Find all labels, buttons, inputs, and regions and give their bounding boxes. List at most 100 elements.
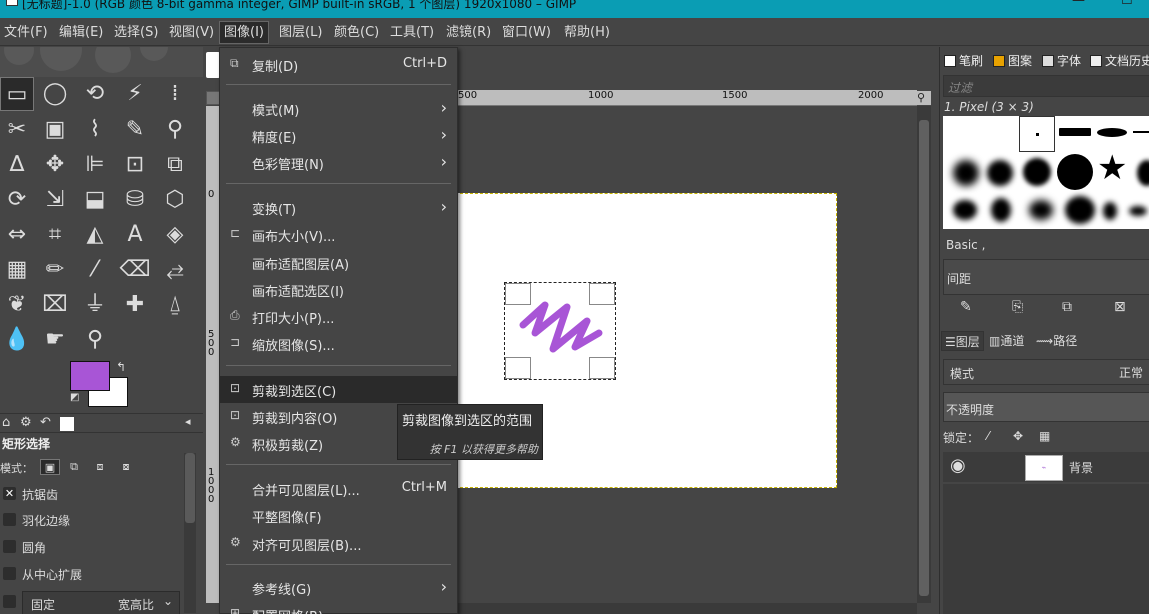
quick-mask-icon[interactable] [206,91,220,105]
rotate-icon[interactable]: ⟳ [0,183,34,217]
paintbrush-icon[interactable]: ⁄ [78,253,112,287]
menu-item-print-size[interactable]: ⎙ 打印大小(P)... [220,303,457,330]
tab-layers[interactable]: ☰图层 [941,331,984,351]
color-picker-icon[interactable]: ✎ [118,113,152,147]
blur-icon[interactable]: 💧 [0,323,34,357]
rect-select-icon[interactable]: ▭ [0,77,34,111]
navigate-icon[interactable]: ⚲ [917,91,931,105]
dodge-burn-icon[interactable]: ⚲ [78,323,112,357]
menu-item-transform[interactable]: 变换(T) › [220,194,457,221]
menu-item-crop-to-selection[interactable]: ⊡ 剪裁到选区(C) [220,376,457,403]
duplicate-brush-icon[interactable]: ⧉ [1062,299,1072,315]
menu-item-duplicate[interactable]: ⧉ 复制(D) Ctrl+D [220,51,457,78]
new-brush-icon[interactable]: ⎘ [1012,299,1023,315]
fixed-dropdown[interactable]: 固定 宽高比 ⌄ [22,591,180,614]
crop-icon[interactable]: ⊡ [118,148,152,182]
brush-selected-pixel[interactable] [1019,116,1055,152]
menu-item-color-management[interactable]: 色彩管理(N) › [220,149,457,176]
bucket-fill-icon[interactable]: ◭ [78,218,112,252]
layer-mode-dropdown[interactable]: 模式 正常 [943,359,1149,385]
layer-opacity-slider[interactable]: 不透明度 [943,392,1149,422]
menu-item-mode[interactable]: 模式(M) › [220,95,457,122]
tab-channels[interactable]: ▥通道 [989,331,1024,351]
menu-item-fit-canvas-layers[interactable]: 画布适配图层(A) [220,249,457,276]
tab-fonts[interactable]: 字体 [1042,51,1081,71]
antialias-checkbox[interactable]: ✕ 抗锯齿 [0,483,180,505]
brush-grid[interactable]: ★ [943,116,1149,229]
menu-item-configure-grid[interactable]: ⊞ 配置网格(R)... [220,601,457,614]
expand-from-center-checkbox[interactable]: 从中心扩展 [0,563,180,585]
free-select-icon[interactable]: ⟲ [78,77,112,111]
align-icon[interactable]: ⊫ [78,148,112,182]
undo-history-tab-icon[interactable]: ↶ [40,415,51,430]
eye-icon[interactable]: ◉ [950,455,966,476]
flip-icon[interactable]: ⇔ [0,218,34,252]
tool-options-scrollbar[interactable] [184,453,196,613]
tab-patterns[interactable]: 图案 [993,51,1032,71]
mode-add-icon[interactable]: ⧉ [64,459,84,475]
menu-select[interactable]: 选择(S) [110,23,162,43]
tab-document-history[interactable]: 文档历史 [1090,51,1149,71]
menu-file[interactable]: 文件(F) [0,23,52,43]
gradient-icon[interactable]: ▦ [0,253,34,287]
smudge-icon[interactable]: ☛ [38,323,72,357]
brush-spacing-slider[interactable]: 间距 [943,259,1149,295]
pencil-icon[interactable]: ✏ [38,253,72,287]
fuzzy-select-icon[interactable]: ⚡ [118,77,152,111]
delete-brush-icon[interactable]: ⊠ [1114,299,1126,315]
fixed-checkbox[interactable] [0,591,20,613]
ink-icon[interactable]: ❦ [0,288,34,322]
menu-item-canvas-size[interactable]: ⊏ 画布大小(V)... [220,221,457,248]
paint-select-icon[interactable]: ◈ [158,218,192,252]
menu-edit[interactable]: 编辑(E) [55,23,107,43]
layer-list-empty-area[interactable] [943,484,1149,614]
star-brush-icon[interactable]: ★ [1097,148,1127,188]
lock-pixels-icon[interactable]: ⁄ [987,429,989,443]
perspective-clone-icon[interactable]: ⍙ [158,288,192,322]
tab-brushes[interactable]: 笔刷 [944,51,983,71]
menu-item-precision[interactable]: 精度(E) › [220,122,457,149]
paths-icon[interactable]: ⌇ [78,113,112,147]
maximize-button[interactable]: ☐ [1121,0,1133,8]
menu-layer[interactable]: 图层(L) [275,23,326,43]
menu-item-guides[interactable]: 参考线(G) › [220,574,457,601]
foreground-select-icon[interactable]: ▣ [38,113,72,147]
swap-colors-icon[interactable]: ↰ [116,360,126,374]
layer-row-background[interactable]: ◉ ⌁ 背景 [943,452,1149,482]
menu-item-scale-image[interactable]: ⊐ 缩放图像(S)... [220,330,457,357]
feather-checkbox[interactable]: 羽化边缘 [0,509,180,531]
perspective-icon[interactable]: ⬓ [78,183,112,217]
unified-transform-icon[interactable]: ⧉ [158,148,192,182]
move-icon[interactable]: ✥ [38,148,72,182]
brush-filter-input[interactable]: 过滤 [943,75,1149,97]
default-colors-icon[interactable]: ◩ [70,392,79,403]
menu-windows[interactable]: 窗口(W) [498,23,555,43]
airbrush-icon[interactable]: ⥄ [158,253,192,287]
menu-view[interactable]: 视图(V) [165,23,218,43]
rect-selection[interactable] [504,282,616,380]
warp-transform-icon[interactable]: ⛁ [118,183,152,217]
menu-item-flatten[interactable]: 平整图像(F) [220,502,457,529]
menu-tools[interactable]: 工具(T) [386,23,438,43]
images-tab-icon[interactable] [60,417,74,431]
canvas-vertical-scrollbar[interactable] [917,106,931,603]
ellipse-select-icon[interactable]: ◯ [38,77,72,111]
lock-position-icon[interactable]: ✥ [1013,429,1023,443]
mode-replace-icon[interactable]: ▣ [40,459,60,475]
menu-help[interactable]: 帮助(H) [560,23,614,43]
rounded-corners-checkbox[interactable]: 圆角 [0,536,180,558]
foreground-color-front[interactable] [70,361,110,391]
text-icon[interactable]: A [118,218,152,252]
tool-options-tab-icon[interactable]: ⌂ [2,415,10,430]
antialias-check-icon[interactable]: ✕ [3,487,16,500]
measure-icon[interactable]: ∆ [0,148,34,182]
configure-tab-icon[interactable]: ◂ [185,415,191,428]
menu-filters[interactable]: 滤镜(R) [442,23,495,43]
3d-transform-icon[interactable]: ⬡ [158,183,192,217]
menu-item-fit-canvas-selection[interactable]: 画布适配选区(I) [220,276,457,303]
clone-icon[interactable]: ⏚ [78,288,112,322]
select-by-color-icon[interactable]: ⁞ [158,77,192,111]
heal-icon[interactable]: ✚ [118,288,152,322]
mypaint-brush-icon[interactable]: ⌧ [38,288,72,322]
zoom-icon[interactable]: ⚲ [158,113,192,147]
